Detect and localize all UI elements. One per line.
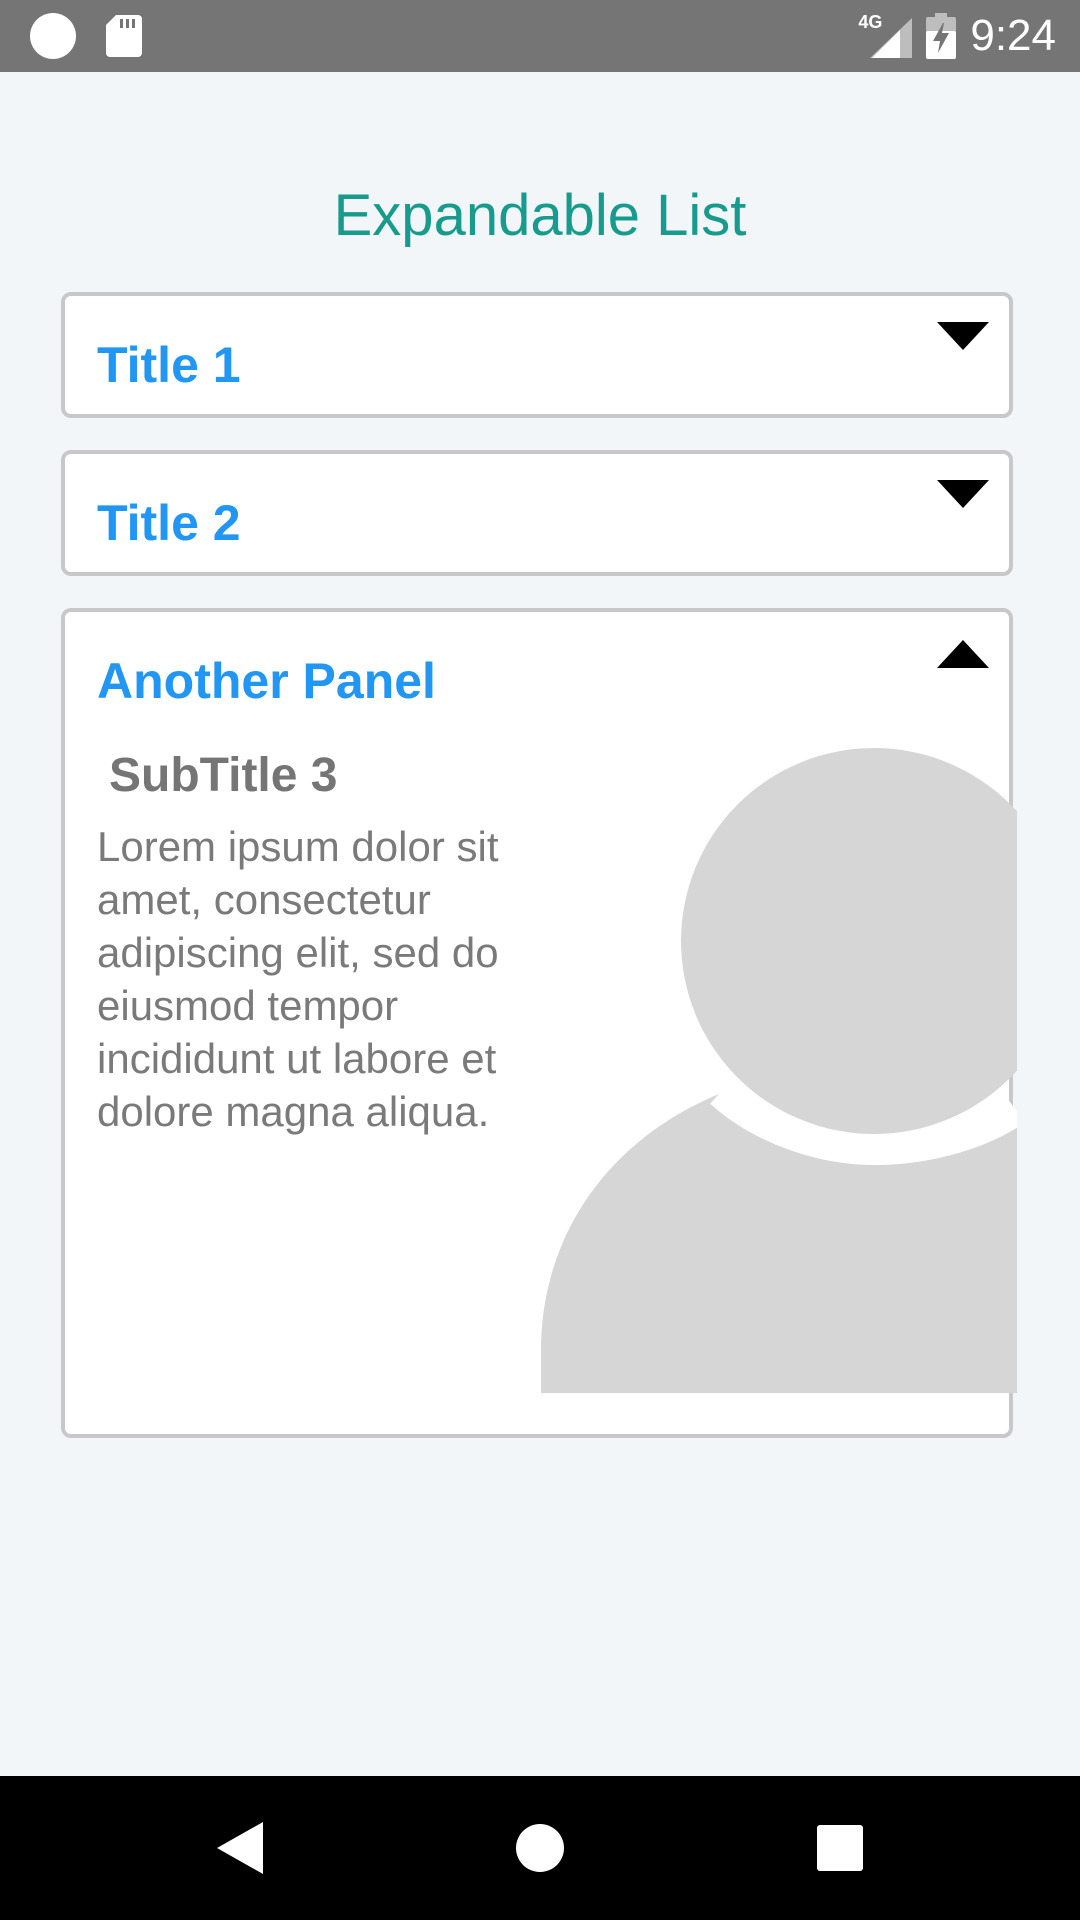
status-time: 9:24	[970, 11, 1056, 60]
chevron-up-icon[interactable]	[937, 638, 989, 670]
signal-4g-icon: 4G	[858, 12, 913, 58]
home-icon	[516, 1824, 564, 1872]
navigation-bar	[0, 1776, 1080, 1920]
chevron-down-icon[interactable]	[937, 478, 989, 510]
page-title: Expandable List	[333, 183, 747, 248]
chevron-down-icon[interactable]	[937, 320, 989, 352]
expandable-panel-2[interactable]: Title 2	[61, 450, 1013, 576]
panel-title: Title 2	[97, 495, 241, 551]
panel-title: Another Panel	[97, 653, 436, 709]
avatar-placeholder-icon	[541, 738, 1017, 1393]
panel-title: Title 1	[97, 337, 241, 393]
main-content: Expandable List Title 1 Title 2 Another …	[10, 72, 1070, 1776]
back-icon	[217, 1822, 263, 1874]
status-bar: 4G 9:24	[0, 0, 1080, 72]
back-button[interactable]	[180, 1776, 300, 1920]
panel-subtitle: SubTitle 3	[109, 749, 338, 802]
notification-dot-icon	[30, 13, 76, 59]
expandable-panel-1[interactable]: Title 1	[61, 292, 1013, 418]
recents-icon	[817, 1825, 863, 1871]
home-button[interactable]	[480, 1776, 600, 1920]
status-bar-left	[30, 13, 142, 59]
recents-button[interactable]	[780, 1776, 900, 1920]
panel-body-text: Lorem ipsum dolor sit amet, consectetur …	[97, 823, 499, 1135]
sd-card-icon	[106, 15, 142, 57]
battery-charging-icon	[926, 13, 957, 59]
status-bar-right: 4G 9:24	[858, 0, 1056, 72]
expandable-panel-3[interactable]: Another Panel SubTitle 3 Lorem ipsum dol…	[61, 608, 1017, 1438]
